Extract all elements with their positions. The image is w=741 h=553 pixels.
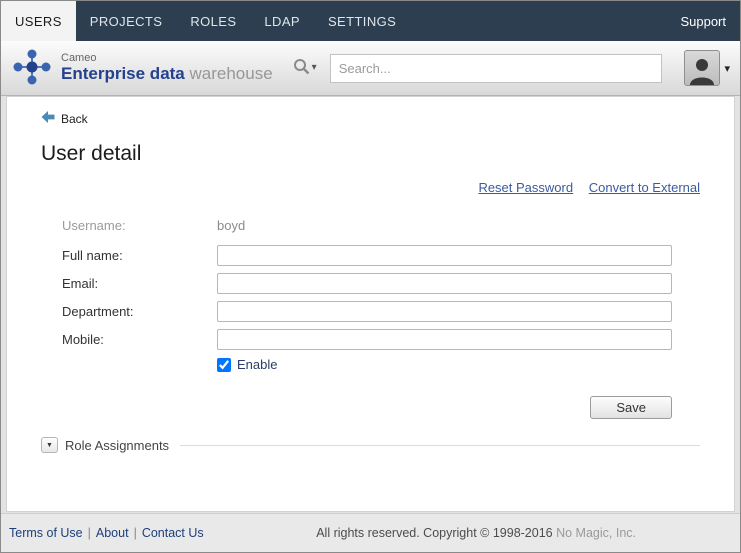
page-title: User detail — [41, 142, 700, 166]
reset-password-link[interactable]: Reset Password — [478, 180, 573, 195]
save-button[interactable]: Save — [590, 396, 672, 419]
logo-product-bold: Enterprise data — [61, 64, 185, 83]
email-field[interactable] — [217, 273, 672, 294]
form-row: Department: — [62, 301, 672, 322]
main-content: Back User detail Reset Password Convert … — [6, 96, 735, 512]
tab-ldap[interactable]: LDAP — [250, 1, 314, 41]
department-field[interactable] — [217, 301, 672, 322]
logo-text: Cameo Enterprise data warehouse — [61, 53, 273, 82]
username-value: boyd — [217, 218, 245, 233]
department-label: Department: — [62, 304, 217, 319]
action-links: Reset Password Convert to External — [41, 180, 700, 195]
copyright-main: All rights reserved. Copyright © 1998-20… — [316, 526, 552, 540]
app-logo[interactable]: Cameo Enterprise data warehouse — [11, 48, 273, 89]
chevron-down-icon[interactable]: ▾ — [724, 62, 730, 75]
logo-product-light: warehouse — [190, 64, 273, 83]
about-link[interactable]: About — [96, 526, 129, 540]
mobile-label: Mobile: — [62, 332, 217, 347]
tab-settings[interactable]: SETTINGS — [314, 1, 410, 41]
top-nav: USERS PROJECTS ROLES LDAP SETTINGS Suppo… — [1, 1, 740, 41]
footer: Terms of Use | About | Contact Us All rights… — [1, 513, 740, 552]
back-arrow-icon — [41, 111, 55, 126]
tab-roles[interactable]: ROLES — [176, 1, 250, 41]
form-row: Mobile: — [62, 329, 672, 350]
chevron-down-icon: ▾ — [312, 63, 317, 73]
search-scope-button[interactable]: ▾ — [289, 54, 321, 82]
search-icon — [293, 58, 310, 78]
full-name-field[interactable] — [217, 245, 672, 266]
role-assignments-toggle[interactable]: ▼ — [41, 437, 58, 453]
triangle-down-icon: ▼ — [46, 442, 53, 449]
mobile-field[interactable] — [217, 329, 672, 350]
full-name-label: Full name: — [62, 248, 217, 263]
back-label: Back — [61, 112, 88, 126]
enable-row: Enable — [217, 357, 672, 372]
header-bar: Cameo Enterprise data warehouse ▾ — [1, 41, 740, 96]
username-row: Username: boyd — [62, 215, 672, 235]
copyright-text: All rights reserved. Copyright © 1998-20… — [316, 526, 636, 540]
copyright-company: No Magic, Inc. — [556, 526, 636, 540]
user-menu: ▾ — [684, 50, 730, 86]
support-link[interactable]: Support — [666, 1, 740, 41]
user-detail-form: Username: boyd Full name: Email: Departm… — [41, 215, 672, 372]
back-link[interactable]: Back — [41, 111, 88, 126]
form-row: Email: — [62, 273, 672, 294]
enable-label[interactable]: Enable — [237, 357, 277, 372]
tab-users[interactable]: USERS — [1, 1, 76, 41]
enable-checkbox[interactable] — [217, 358, 231, 372]
section-divider — [180, 445, 700, 446]
role-assignments-section: ▼ Role Assignments — [41, 437, 700, 453]
save-row: Save — [41, 396, 672, 419]
form-row: Full name: — [62, 245, 672, 266]
convert-to-external-link[interactable]: Convert to External — [589, 180, 700, 195]
cameo-logo-icon — [11, 48, 53, 89]
tab-projects[interactable]: PROJECTS — [76, 1, 177, 41]
user-avatar[interactable] — [684, 50, 720, 86]
footer-links: Terms of Use | About | Contact Us — [9, 526, 204, 540]
footer-separator: | — [88, 526, 91, 540]
search-area: ▾ — [289, 54, 662, 83]
username-label: Username: — [62, 218, 217, 233]
footer-separator: | — [134, 526, 137, 540]
terms-of-use-link[interactable]: Terms of Use — [9, 526, 83, 540]
email-label: Email: — [62, 276, 217, 291]
contact-us-link[interactable]: Contact Us — [142, 526, 204, 540]
role-assignments-label[interactable]: Role Assignments — [65, 438, 169, 453]
search-input[interactable] — [330, 54, 662, 83]
